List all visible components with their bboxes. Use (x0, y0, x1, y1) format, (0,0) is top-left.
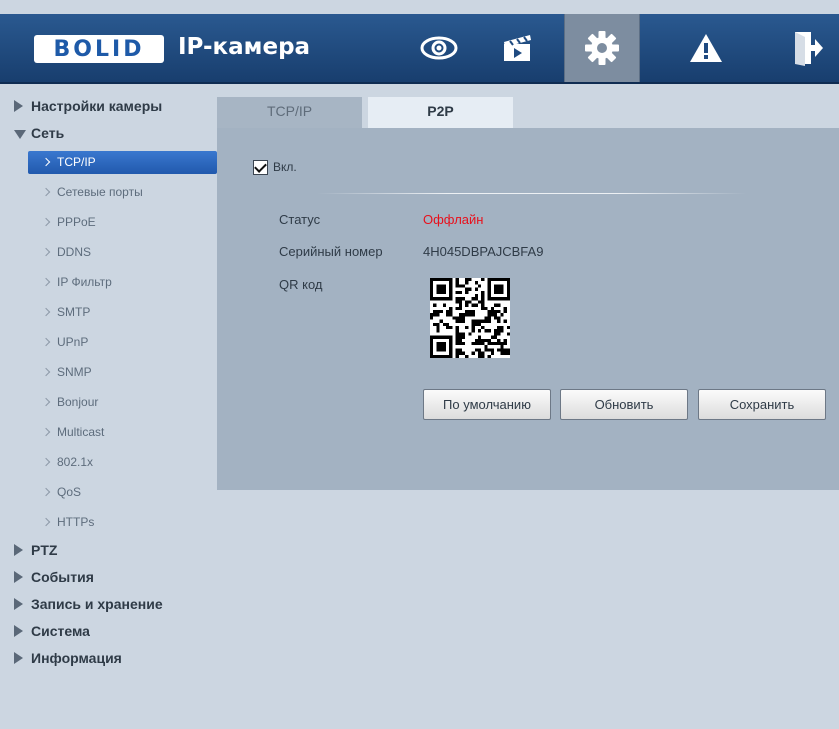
sidebar-item-label: QoS (57, 485, 82, 499)
sidebar-section-info[interactable]: Информация (14, 649, 217, 672)
chevron-right-icon (41, 217, 51, 227)
sidebar-item-label: 802.1x (57, 455, 94, 469)
default-button[interactable]: По умолчанию (423, 389, 551, 420)
chevron-right-icon (41, 337, 51, 347)
serial-value: 4H045DBPAJCBFA9 (423, 244, 544, 259)
chevron-right-icon (41, 517, 51, 527)
sidebar-section-label: Информация (31, 650, 122, 666)
sidebar-item-network-ports[interactable]: Сетевые порты (14, 181, 217, 204)
status-value: Оффлайн (423, 212, 484, 227)
sidebar-section-network[interactable]: Сеть (14, 124, 217, 147)
sidebar-item-ddns[interactable]: DDNS (14, 241, 217, 264)
qr-code-icon (430, 278, 510, 358)
settings-sidebar: Настройки камеры Сеть TCP/IP Сетевые пор… (14, 97, 217, 676)
chevron-right-icon (41, 457, 51, 467)
divider (317, 193, 747, 194)
sidebar-item-smtp[interactable]: SMTP (14, 301, 217, 324)
sidebar-item-bonjour[interactable]: Bonjour (14, 391, 217, 414)
chevron-right-icon (41, 367, 51, 377)
sidebar-section-camera[interactable]: Настройки камеры (14, 97, 217, 120)
sidebar-item-label: SMTP (57, 305, 91, 319)
sidebar-item-multicast[interactable]: Multicast (14, 421, 217, 444)
chevron-right-icon (41, 247, 51, 257)
sidebar-section-events[interactable]: События (14, 568, 217, 591)
sidebar-item-label: DDNS (57, 245, 92, 259)
brand-title: IP-камера (178, 34, 311, 60)
nav-logout[interactable] (775, 14, 839, 82)
expand-arrow-icon (14, 571, 23, 583)
checkbox-checked-icon[interactable] (253, 160, 268, 175)
sidebar-item-snmp[interactable]: SNMP (14, 361, 217, 384)
sidebar-section-label: Запись и хранение (31, 596, 163, 612)
sidebar-section-label: События (31, 569, 94, 585)
tab-tcpip[interactable]: TCP/IP (217, 97, 362, 128)
sidebar-item-label: Bonjour (57, 395, 99, 409)
chevron-right-icon (41, 277, 51, 287)
expand-arrow-icon (14, 598, 23, 610)
nav-playback[interactable] (485, 14, 551, 82)
sidebar-item-upnp[interactable]: UPnP (14, 331, 217, 354)
sidebar-section-label: Сеть (31, 125, 65, 141)
sidebar-item-pppoe[interactable]: PPPoE (14, 211, 217, 234)
chevron-right-icon (41, 187, 51, 197)
qr-code-image (430, 278, 510, 358)
warning-icon (690, 34, 722, 62)
p2p-panel: Вкл. Статус Оффлайн Серийный номер 4H045… (217, 128, 839, 490)
sidebar-section-storage[interactable]: Запись и хранение (14, 595, 217, 618)
sidebar-item-ip-filter[interactable]: IP Фильтр (14, 271, 217, 294)
clapperboard-icon (504, 35, 531, 61)
sidebar-item-https[interactable]: HTTPs (14, 511, 217, 534)
sidebar-section-label: PTZ (31, 542, 58, 558)
nav-alarm[interactable] (673, 14, 739, 82)
refresh-button[interactable]: Обновить (560, 389, 688, 420)
save-button[interactable]: Сохранить (698, 389, 826, 420)
top-bar: BOLID IP-камера (0, 14, 839, 84)
sidebar-item-label: HTTPs (57, 515, 95, 529)
sidebar-item-label: TCP/IP (57, 155, 96, 169)
sidebar-item-tcpip[interactable]: TCP/IP (28, 151, 217, 174)
status-label: Статус (279, 212, 321, 227)
logo-text: BOLID (53, 36, 145, 62)
expand-arrow-icon (14, 544, 23, 556)
chevron-right-icon (41, 487, 51, 497)
eye-icon (420, 36, 458, 60)
nav-live-view[interactable] (406, 14, 472, 82)
chevron-right-icon (41, 157, 51, 167)
sidebar-section-ptz[interactable]: PTZ (14, 541, 217, 564)
sidebar-item-label: IP Фильтр (57, 275, 112, 289)
sidebar-item-label: Сетевые порты (57, 185, 143, 199)
tab-p2p[interactable]: P2P (368, 97, 513, 128)
expand-arrow-icon (14, 100, 23, 112)
tab-bar: TCP/IP P2P (217, 97, 839, 128)
expand-arrow-icon (14, 652, 23, 664)
sidebar-section-label: Система (31, 623, 90, 639)
expand-arrow-icon (14, 625, 23, 637)
chevron-right-icon (41, 397, 51, 407)
chevron-right-icon (41, 427, 51, 437)
app-root: BOLID IP-камера Настройки камеры Сеть TC… (0, 0, 839, 729)
serial-label: Серийный номер (279, 244, 383, 259)
logo: BOLID (34, 35, 164, 63)
sidebar-section-system[interactable]: Система (14, 622, 217, 645)
nav-setup[interactable] (564, 14, 640, 82)
sidebar-item-label: SNMP (57, 365, 92, 379)
gear-icon (585, 31, 619, 65)
sidebar-item-qos[interactable]: QoS (14, 481, 217, 504)
collapse-arrow-icon (14, 130, 26, 139)
qr-label: QR код (279, 277, 323, 292)
chevron-right-icon (41, 307, 51, 317)
logout-icon (795, 32, 823, 66)
sidebar-item-label: Multicast (57, 425, 105, 439)
sidebar-item-8021x[interactable]: 802.1x (14, 451, 217, 474)
sidebar-item-label: UPnP (57, 335, 89, 349)
sidebar-section-label: Настройки камеры (31, 98, 163, 114)
sidebar-item-label: PPPoE (57, 215, 96, 229)
enable-label: Вкл. (273, 160, 297, 174)
